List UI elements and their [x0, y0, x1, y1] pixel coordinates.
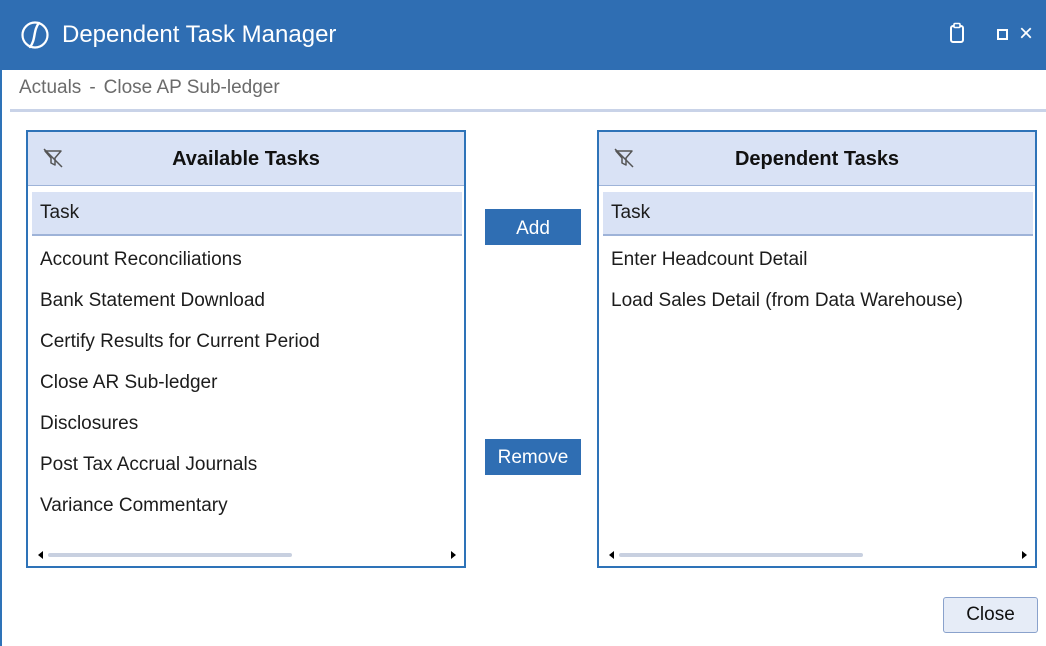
- maximize-icon[interactable]: [997, 29, 1008, 40]
- list-item[interactable]: Post Tax Accrual Journals: [28, 444, 464, 485]
- dependent-tasks-header: Dependent Tasks: [599, 132, 1035, 186]
- list-item[interactable]: Disclosures: [28, 403, 464, 444]
- dependent-task-column-header[interactable]: Task: [603, 192, 1033, 236]
- onestream-logo-icon: [21, 21, 49, 49]
- list-item[interactable]: Bank Statement Download: [28, 280, 464, 321]
- list-item[interactable]: Certify Results for Current Period: [28, 321, 464, 362]
- horizontal-scrollbar[interactable]: [603, 546, 1033, 564]
- horizontal-scrollbar[interactable]: [32, 546, 462, 564]
- list-item[interactable]: Load Sales Detail (from Data Warehouse): [599, 280, 1035, 321]
- dependent-tasks-panel: Dependent Tasks Task Enter Headcount Det…: [597, 130, 1037, 568]
- available-tasks-title: Available Tasks: [172, 148, 320, 170]
- available-task-column-header[interactable]: Task: [32, 192, 462, 236]
- scroll-thumb[interactable]: [48, 553, 292, 557]
- breadcrumb: Actuals - Close AP Sub-ledger: [19, 74, 280, 102]
- add-button[interactable]: Add: [485, 209, 581, 245]
- scroll-thumb[interactable]: [619, 553, 863, 557]
- close-icon[interactable]: ×: [1019, 22, 1033, 46]
- close-button[interactable]: Close: [943, 597, 1038, 633]
- remove-button[interactable]: Remove: [485, 439, 581, 475]
- list-item[interactable]: Enter Headcount Detail: [599, 239, 1035, 280]
- scroll-right-arrow-icon[interactable]: [451, 551, 456, 559]
- list-item[interactable]: Close AR Sub-ledger: [28, 362, 464, 403]
- breadcrumb-current: Close AP Sub-ledger: [103, 77, 280, 98]
- scroll-left-arrow-icon[interactable]: [609, 551, 614, 559]
- dependent-tasks-title: Dependent Tasks: [734, 148, 900, 170]
- list-item[interactable]: Account Reconciliations: [28, 239, 464, 280]
- available-tasks-header: Available Tasks: [28, 132, 464, 186]
- scroll-right-arrow-icon[interactable]: [1022, 551, 1027, 559]
- available-tasks-list: Account Reconciliations Bank Statement D…: [28, 239, 464, 526]
- breadcrumb-parent: Actuals: [19, 77, 82, 98]
- vertical-scrollbar[interactable]: [464, 524, 465, 546]
- scroll-left-arrow-icon[interactable]: [38, 551, 43, 559]
- breadcrumb-separator: -: [89, 77, 96, 98]
- clipboard-icon[interactable]: [949, 22, 965, 44]
- header-divider: [10, 109, 1046, 112]
- window-title: Dependent Task Manager: [62, 21, 337, 48]
- available-tasks-panel: Available Tasks Task Account Reconciliat…: [26, 130, 466, 568]
- title-bar[interactable]: Dependent Task Manager ×: [0, 0, 1046, 70]
- list-item[interactable]: Variance Commentary: [28, 485, 464, 526]
- dependent-tasks-list: Enter Headcount Detail Load Sales Detail…: [599, 239, 1035, 321]
- dependent-task-manager-dialog: Dependent Task Manager × Actuals - Close A…: [0, 0, 1046, 646]
